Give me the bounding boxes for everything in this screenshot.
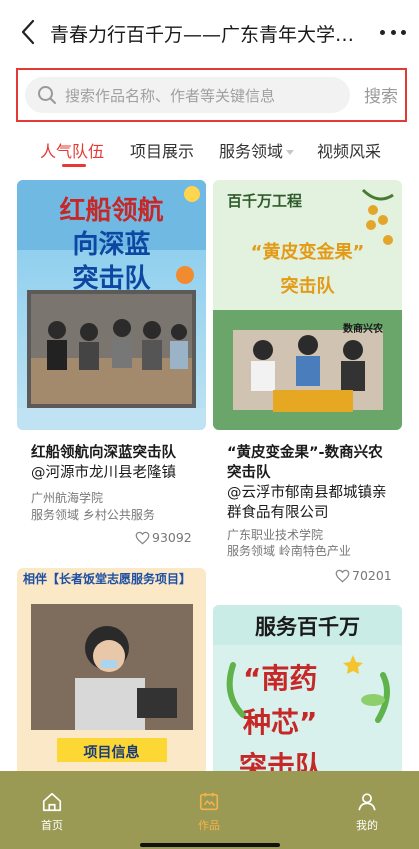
card-cover-image: 相伴【长者饭堂志愿服务项目】 项目信息: [17, 568, 206, 778]
poster-title-line: 服务百千万: [255, 615, 360, 639]
poster-title-line: 突击队: [280, 276, 335, 297]
card-subtitle: @云浮市郁南县都城镇亲群食品有限公司: [227, 485, 387, 521]
tab-popular-teams[interactable]: 人气队伍: [40, 138, 104, 162]
nav-works[interactable]: 作品: [179, 791, 239, 833]
work-card[interactable]: 服务百千万 “南药 种芯” 突击队: [213, 605, 402, 780]
card-title: “黄皮变金果”-数商兴农突击队: [227, 445, 383, 481]
search-icon: [38, 86, 56, 104]
card-school: 广东职业技术学院: [227, 528, 324, 542]
search-button[interactable]: 搜索: [364, 82, 398, 107]
card-title: 红船领航向深蓝突击队: [31, 445, 176, 461]
tab-video[interactable]: 视频风采: [317, 138, 381, 162]
nav-home-label: 首页: [41, 819, 63, 832]
search-input[interactable]: 搜索作品名称、作者等关键信息: [25, 77, 350, 113]
search-placeholder: 搜索作品名称、作者等关键信息: [65, 86, 276, 105]
tab-project-showcase[interactable]: 项目展示: [130, 138, 194, 162]
works-icon: [199, 792, 219, 811]
card-school: 广州航海学院: [31, 491, 104, 505]
nav-works-label: 作品: [198, 819, 220, 832]
card-subtitle: @河源市龙川县老隆镇: [31, 465, 176, 481]
like-count-value: 93092: [152, 530, 192, 545]
bottom-nav: 首页 作品 我的: [0, 771, 419, 849]
nav-mine-label: 我的: [356, 819, 378, 832]
card-cover-image: 百千万工程 “黄皮变金果” 突击队 数商兴农: [213, 180, 402, 430]
card-field: 服务领域 岭南特色产业: [227, 544, 351, 558]
like-count-value: 70201: [352, 568, 392, 583]
home-indicator: [140, 843, 280, 847]
like-count[interactable]: 93092: [135, 530, 192, 545]
work-card[interactable]: 相伴【长者饭堂志愿服务项目】 项目信息: [17, 568, 206, 778]
card-field: 服务领域 乡村公共服务: [31, 508, 155, 522]
more-dots-icon[interactable]: [376, 22, 410, 42]
search-bar: 搜索作品名称、作者等关键信息 搜索: [16, 68, 407, 122]
poster-title-line: 向深蓝: [72, 230, 151, 260]
poster-title-line: 相伴【长者饭堂志愿服务项目】: [23, 572, 192, 586]
poster-title-line: 项目信息: [83, 745, 140, 761]
poster-title-line: 种芯”: [243, 706, 318, 739]
heart-icon: [135, 531, 150, 544]
page-title: 青春力行百千万——广东青年大学生...: [50, 24, 370, 46]
chevron-left-icon: [21, 19, 35, 45]
like-count[interactable]: 70201: [335, 568, 392, 583]
chevron-down-icon: [286, 150, 295, 155]
work-card[interactable]: 百千万工程 “黄皮变金果” 突击队 数商兴农 “黄皮变金果”-数商兴农突击队 @…: [213, 180, 402, 590]
work-card[interactable]: 红船领航 向深蓝 突击队 红船领航向深蓝突击队 @河源市龙川县老隆镇 广州航海学…: [17, 180, 206, 555]
home-icon: [42, 792, 62, 812]
heart-icon: [335, 569, 350, 582]
tab-service-field-label: 服务领域: [219, 142, 284, 161]
user-icon: [358, 793, 376, 811]
back-button[interactable]: [14, 18, 42, 46]
category-tabs: 人气队伍 项目展示 服务领域 视频风采: [0, 132, 419, 168]
card-cover-image: 红船领航 向深蓝 突击队: [17, 180, 206, 430]
card-cover-image: 服务百千万 “南药 种芯” 突击队: [213, 605, 402, 780]
tab-service-field[interactable]: 服务领域: [219, 138, 295, 162]
poster-tag: 数商兴农: [343, 324, 383, 335]
poster-header: 百千万工程: [227, 192, 303, 210]
poster-title-line: 红船领航: [59, 196, 164, 226]
nav-mine[interactable]: 我的: [337, 791, 397, 833]
top-header: 青春力行百千万——广东青年大学生...: [0, 0, 419, 66]
poster-title-line: 突击队: [72, 264, 151, 294]
poster-title-line: “黄皮变金果”: [250, 242, 365, 263]
active-tab-indicator: [62, 164, 86, 167]
poster-title-line: “南药: [243, 662, 318, 695]
nav-home[interactable]: 首页: [22, 791, 82, 833]
